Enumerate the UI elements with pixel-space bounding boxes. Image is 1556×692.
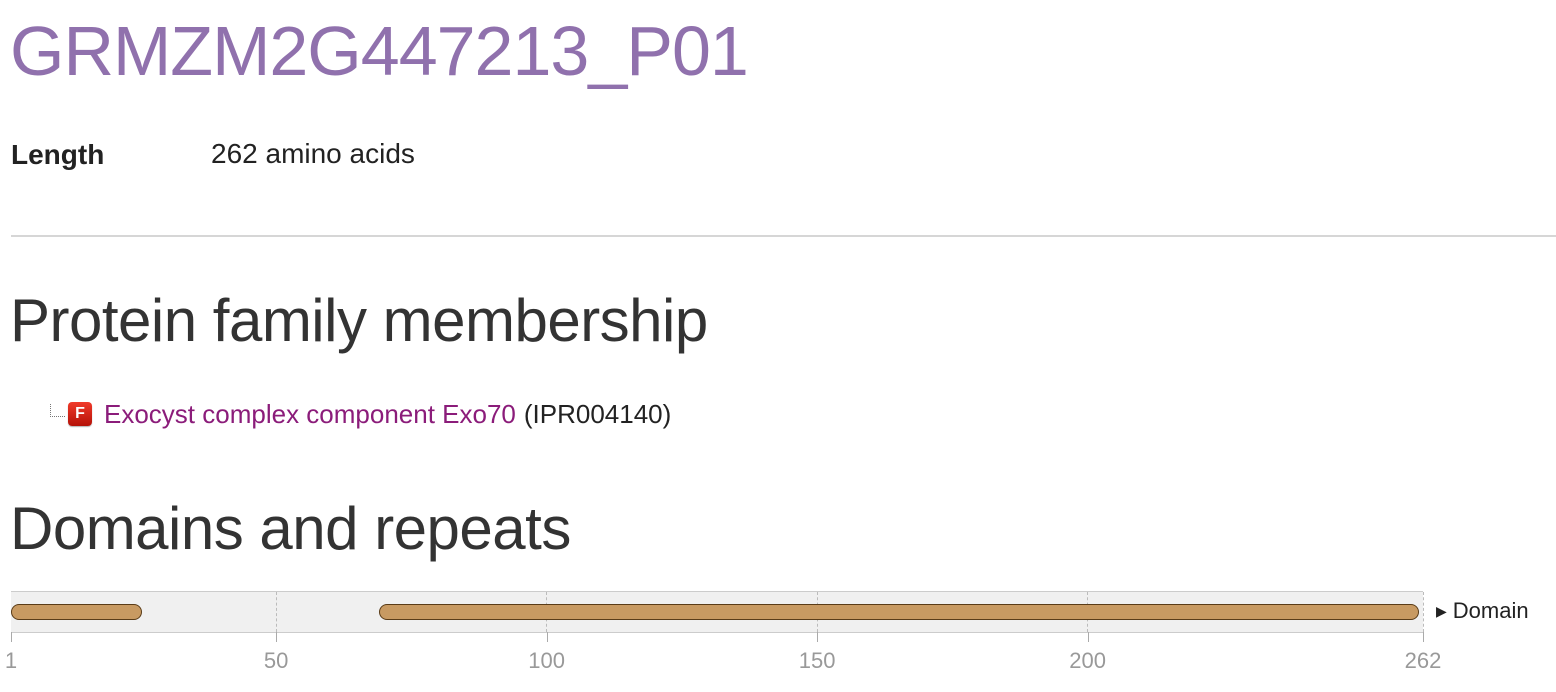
- domain-legend-toggle[interactable]: ▶ Domain: [1436, 597, 1529, 625]
- page-title: GRMZM2G447213_P01: [10, 12, 749, 90]
- domains-heading: Domains and repeats: [10, 495, 571, 562]
- axis-tick: [1087, 632, 1089, 642]
- family-type-icon: F: [68, 402, 92, 426]
- family-accession: (IPR004140): [523, 398, 672, 429]
- length-value: 262 amino acids: [211, 138, 415, 169]
- section-divider: [11, 235, 1556, 237]
- axis-tick: [817, 632, 819, 642]
- axis-tick-label: 200: [1069, 648, 1106, 673]
- gridline: [275, 592, 277, 632]
- axis-tick-label: 1: [4, 648, 18, 673]
- length-label: Length: [11, 139, 105, 170]
- tree-connector-icon: [50, 403, 65, 417]
- axis-tick: [546, 632, 548, 642]
- family-entry: F Exocyst complex component Exo70 (IPR00…: [50, 398, 671, 430]
- protein-family-heading: Protein family membership: [10, 287, 708, 354]
- expand-arrow-icon: ▶: [1436, 602, 1447, 619]
- domain-track: [11, 591, 1424, 633]
- axis-tick-label: 50: [263, 648, 289, 673]
- domain-legend-label: Domain: [1452, 598, 1529, 623]
- domain-bar[interactable]: [11, 604, 143, 620]
- position-axis: 1 50 100 150 200 262: [5, 632, 1441, 682]
- axis-tick: [276, 632, 278, 642]
- axis-tick: [11, 632, 12, 642]
- domain-bar[interactable]: [378, 604, 1419, 620]
- axis-tick-label: 262: [1404, 648, 1442, 673]
- axis-tick-label: 100: [528, 648, 565, 673]
- gridline: [1422, 592, 1424, 632]
- axis-tick: [1423, 632, 1424, 642]
- family-link[interactable]: Exocyst complex component Exo70: [104, 399, 516, 430]
- axis-tick-label: 150: [798, 648, 836, 673]
